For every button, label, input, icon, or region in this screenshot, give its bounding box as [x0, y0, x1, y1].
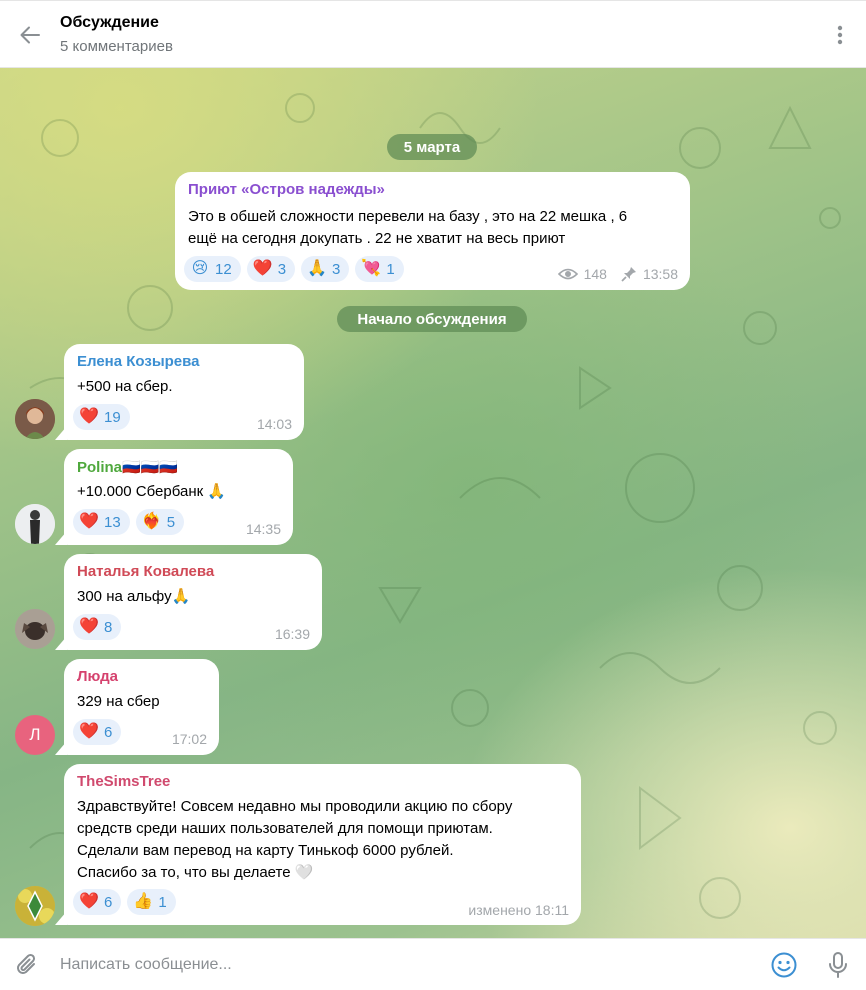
comment-author[interactable]: TheSimsTree — [77, 773, 170, 790]
avatar-letter: Л — [29, 725, 41, 744]
comment-author[interactable]: Наталья Ковалева — [77, 563, 214, 580]
heart-icon: ❤️ — [79, 408, 99, 425]
comment-text: +500 на сбер. — [77, 378, 173, 395]
comment-text-line-2: средств среди наших пользователей для по… — [77, 820, 493, 837]
comment-reactions: ❤️ 19 — [73, 404, 130, 430]
heart-arrow-icon: 💘 — [361, 260, 382, 277]
folded-hands-icon: 🙏 — [307, 260, 327, 277]
reaction-count: 12 — [215, 260, 232, 278]
comment-text: 329 на сбер — [77, 693, 160, 710]
comment-reactions: ❤️ 8 — [73, 614, 122, 640]
comment-text-line-3: Сделали вам перевод на карту Тинькоф 600… — [77, 842, 454, 859]
eye-icon — [557, 268, 578, 280]
crying-face-icon: 😢 — [191, 260, 209, 277]
reaction-chip[interactable]: 😢 12 — [184, 256, 241, 282]
post-author[interactable]: Приют «Остров надежды» — [188, 181, 385, 198]
comment-bubble[interactable]: Наталья Ковалева 300 на альфу🙏 ❤️ 8 16:39 — [64, 554, 322, 650]
emoji-button[interactable] — [770, 951, 798, 979]
microphone-button[interactable] — [826, 951, 850, 979]
avatar-photo — [15, 504, 55, 544]
chat-subtitle: 5 комментариев — [60, 38, 173, 55]
avatar-photo — [15, 399, 55, 439]
avatar-photo — [15, 609, 55, 649]
views-count: 148 — [583, 266, 607, 282]
avatar[interactable] — [15, 399, 55, 439]
comment-time: 14:35 — [245, 521, 281, 537]
comment-text-line-4: Спасибо за то, что вы делаете 🤍 — [77, 864, 314, 881]
comment-bubble[interactable]: TheSimsTree Здравствуйте! Совсем недавно… — [64, 764, 581, 925]
discussion-start-separator: Начало обсуждения — [337, 306, 527, 332]
back-button[interactable] — [14, 21, 46, 49]
reaction-count: 19 — [104, 408, 121, 426]
message-composer — [0, 938, 866, 990]
reaction-count: 6 — [104, 893, 113, 911]
post-reactions: 😢 12 ❤️ 3 🙏 3 💘 1 — [184, 256, 404, 282]
reaction-chip[interactable]: 💘 1 — [355, 256, 404, 282]
avatar[interactable] — [15, 609, 55, 649]
post-text-line-1: Это в обшей сложности перевели на базу ,… — [188, 208, 628, 225]
more-vertical-icon — [837, 25, 843, 45]
post-text-line-2: ещё на сегодня докупать . 22 не хватит н… — [188, 230, 566, 247]
avatar-photo — [15, 886, 55, 926]
reaction-count: 6 — [104, 723, 113, 741]
reaction-chip[interactable]: ❤️ 19 — [73, 404, 130, 430]
message-input[interactable] — [60, 953, 740, 977]
comment-text: +10.000 Сбербанк 🙏 — [77, 483, 227, 500]
reaction-chip[interactable]: ❤️ 6 — [73, 719, 122, 745]
arrow-left-icon — [20, 26, 40, 44]
post-time: 13:58 — [642, 266, 678, 282]
avatar[interactable] — [15, 886, 55, 926]
date-separator: 5 марта — [387, 134, 477, 160]
comment-bubble[interactable]: Люда 329 на сбер ❤️ 6 17:02 — [64, 659, 219, 755]
heart-icon: ❤️ — [79, 618, 99, 635]
comment-time: 14:03 — [256, 416, 292, 432]
post-meta: 148 13:58 — [557, 266, 678, 282]
reaction-count: 1 — [158, 893, 167, 911]
more-menu-button[interactable] — [828, 21, 852, 49]
reaction-chip[interactable]: ❤️ 8 — [73, 614, 122, 640]
reaction-count: 8 — [104, 618, 113, 636]
comment-time: 16:39 — [274, 626, 310, 642]
avatar[interactable] — [15, 504, 55, 544]
paperclip-icon — [17, 953, 36, 974]
comment-text: 300 на альфу🙏 — [77, 588, 191, 605]
chat-background[interactable]: 5 марта Приют «Остров надежды» Это в обш… — [0, 68, 866, 938]
reaction-chip[interactable]: ❤️ 6 — [73, 889, 122, 915]
reaction-chip[interactable]: 👍 1 — [127, 889, 176, 915]
reaction-count: 1 — [386, 260, 395, 278]
comment-reactions: ❤️ 6 — [73, 719, 122, 745]
smile-icon — [771, 952, 797, 978]
comment-reactions: ❤️ 13 ❤️‍🔥 5 — [73, 509, 185, 535]
chat-header: Обсуждение 5 комментариев — [0, 0, 866, 68]
microphone-icon — [829, 952, 847, 978]
pin-icon — [621, 267, 636, 282]
reaction-chip[interactable]: ❤️ 13 — [73, 509, 130, 535]
attach-button[interactable] — [14, 952, 40, 978]
heart-icon: ❤️ — [79, 723, 99, 740]
comment-bubble[interactable]: Елена Козырева +500 на сбер. ❤️ 19 14:03 — [64, 344, 304, 440]
comment-text-line-1: Здравствуйте! Совсем недавно мы проводил… — [77, 798, 513, 815]
comment-bubble[interactable]: Polina🇷🇺🇷🇺🇷🇺 +10.000 Сбербанк 🙏 ❤️ 13 ❤️‍… — [64, 449, 293, 545]
heart-icon: ❤️ — [252, 260, 273, 277]
comment-time: 17:02 — [171, 731, 207, 747]
heart-icon: ❤️ — [79, 513, 99, 530]
comment-author[interactable]: Елена Козырева — [77, 353, 200, 370]
reaction-chip[interactable]: 🙏 3 — [301, 256, 350, 282]
comment-author[interactable]: Polina🇷🇺🇷🇺🇷🇺 — [77, 458, 178, 476]
reaction-count: 5 — [166, 513, 176, 531]
comment-reactions: ❤️ 6 👍 1 — [73, 889, 176, 915]
comment-time: изменено 18:11 — [468, 902, 569, 918]
avatar[interactable]: Л — [15, 715, 55, 755]
reaction-chip[interactable]: ❤️‍🔥 5 — [135, 509, 185, 535]
reaction-count: 3 — [332, 260, 341, 278]
heart-on-fire-icon: ❤️‍🔥 — [141, 513, 162, 530]
heart-icon: ❤️ — [79, 893, 99, 910]
channel-post[interactable]: Приют «Остров надежды» Это в обшей сложн… — [175, 172, 690, 290]
reaction-count: 3 — [277, 260, 287, 278]
comment-author[interactable]: Люда — [77, 668, 118, 685]
reaction-count: 13 — [104, 513, 121, 531]
thumbs-up-icon: 👍 — [133, 893, 154, 910]
chat-title: Обсуждение — [60, 14, 159, 31]
reaction-chip[interactable]: ❤️ 3 — [246, 256, 296, 282]
